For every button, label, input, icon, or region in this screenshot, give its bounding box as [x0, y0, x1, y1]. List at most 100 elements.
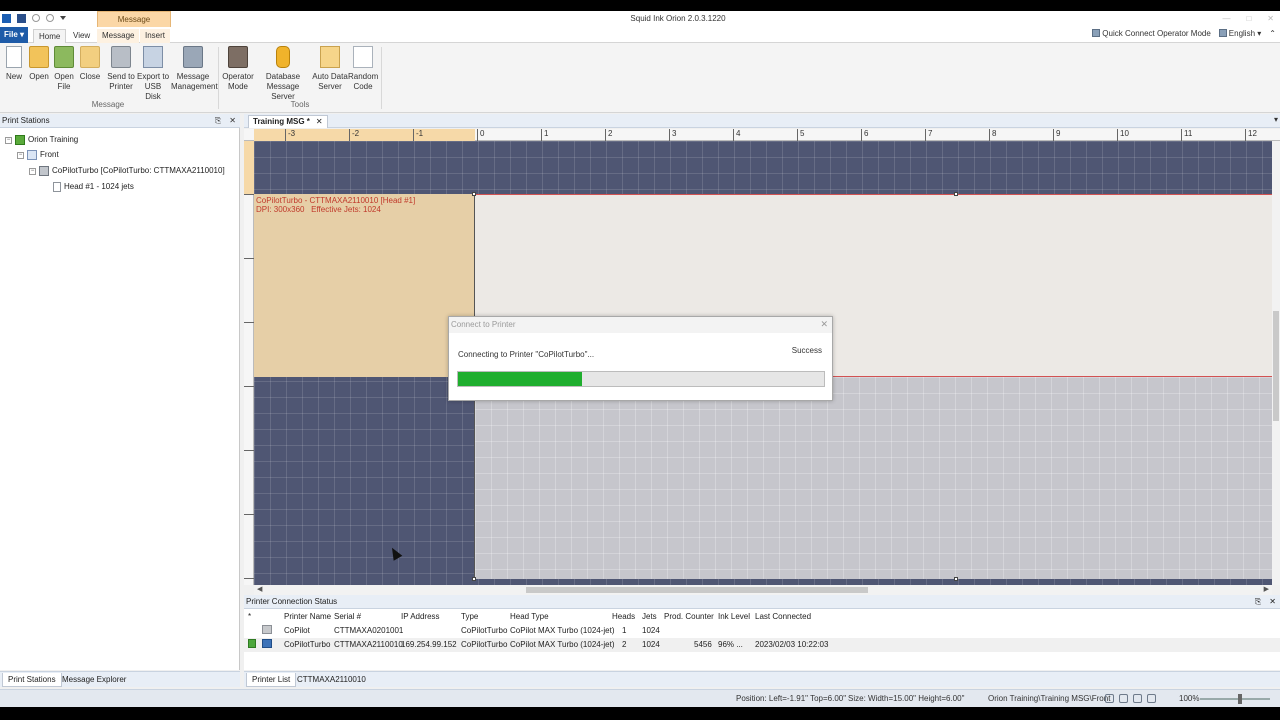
tab-view[interactable]: View	[73, 29, 90, 43]
close-panel-icon[interactable]: ✕	[229, 114, 236, 127]
ruler-tick: 7	[925, 129, 932, 141]
file-menu-label: File	[4, 30, 18, 39]
scroll-right-icon[interactable]: ▶	[1264, 585, 1269, 593]
pin-icon[interactable]: ⎘	[215, 114, 221, 127]
zoom-slider[interactable]	[1200, 694, 1270, 704]
tab-message-explorer[interactable]: Message Explorer	[57, 673, 131, 687]
close-dialog-icon[interactable]: ✕	[820, 319, 828, 330]
maximize-icon[interactable]: □	[1246, 14, 1251, 23]
status-path: Orion Training\Training MSG\Front	[988, 694, 1111, 703]
column-header[interactable]: Prod. Counter	[664, 610, 714, 624]
random-code-icon	[353, 46, 373, 68]
ruler-tick-label: 11	[1184, 129, 1193, 138]
message-management-button[interactable]: Message Management	[171, 46, 218, 92]
resize-handle[interactable]	[954, 192, 958, 196]
export-label-2: USB Disk	[144, 82, 162, 101]
tree-item-head[interactable]: Head #1 - 1024 jets	[53, 181, 134, 193]
cell-serial: CTTMAXA2110010	[334, 640, 403, 649]
close-button[interactable]: Close	[79, 46, 101, 82]
new-document-icon	[6, 46, 22, 68]
cell-head-type: CoPilot MAX Turbo (1024-jet)	[510, 626, 615, 635]
tab-print-stations[interactable]: Print Stations	[2, 673, 62, 687]
document-tab-row: Training MSG * ✕ ▾	[244, 114, 1280, 128]
ruler-tick-label: 4	[736, 129, 741, 138]
vertical-scrollbar[interactable]	[1272, 141, 1280, 585]
operator-mode-button[interactable]: Operator Mode	[222, 46, 254, 92]
ruler-tick-label: 6	[864, 129, 869, 138]
right-bottom-tabs: Printer List CTTMAXA2110010	[244, 671, 1280, 687]
column-header[interactable]: Ink Level	[718, 610, 750, 624]
collapse-icon[interactable]: −	[5, 136, 12, 144]
column-header[interactable]: Printer Name	[284, 610, 331, 624]
language-selector[interactable]: English ▾	[1218, 29, 1261, 38]
tab-message[interactable]: Message	[97, 29, 140, 43]
ruler-tick-label: 8	[992, 129, 997, 138]
tab-printer-list[interactable]: Printer List	[246, 673, 297, 687]
column-header[interactable]: Heads	[612, 610, 635, 624]
minimize-ribbon-icon[interactable]: ⌃	[1269, 29, 1276, 38]
column-header[interactable]: Serial #	[334, 610, 361, 624]
open-button[interactable]: Open	[28, 46, 50, 82]
file-menu-button[interactable]: File ▾	[0, 27, 28, 43]
send-to-printer-button[interactable]: Send to Printer	[106, 46, 136, 92]
cell-counter: 5456	[694, 640, 712, 649]
auto-data-icon	[320, 46, 340, 68]
close-panel-icon[interactable]: ✕	[1269, 595, 1276, 608]
zoom-page-icon[interactable]	[1147, 694, 1156, 703]
operator-label-1: Operator	[222, 72, 254, 81]
column-header[interactable]: Last Connected	[755, 610, 811, 624]
export-usb-button[interactable]: Export to USB Disk	[137, 46, 169, 102]
minimize-icon[interactable]: —	[1222, 14, 1230, 23]
send-label-2: Printer	[109, 82, 133, 91]
random-code-button[interactable]: Random Code	[348, 46, 378, 92]
cell-name: CoPilotTurbo	[284, 640, 331, 649]
open-file-button[interactable]: Open File	[53, 46, 75, 92]
column-header[interactable]: Type	[461, 610, 478, 624]
tree-item-front[interactable]: − Front	[17, 149, 59, 161]
horizontal-scrollbar[interactable]: ◀ ▶	[254, 585, 1272, 595]
tab-home[interactable]: Home	[33, 29, 67, 43]
collapse-icon[interactable]: −	[17, 151, 24, 159]
ruler-tick: -3	[285, 129, 295, 141]
head-label-line2: DPI: 300x360 Effective Jets: 1024	[256, 205, 381, 214]
column-header[interactable]: Head Type	[510, 610, 549, 624]
dialog-title: Connect to Printer	[449, 317, 832, 333]
zoom-width-icon[interactable]	[1133, 694, 1142, 703]
panel-header: Printer Connection Status ⎘ ✕	[244, 595, 1280, 609]
ruler-tick-label: 7	[928, 129, 933, 138]
flag-icon	[1218, 29, 1227, 37]
column-header[interactable]: *	[248, 610, 251, 624]
zoom-slider-knob[interactable]	[1238, 694, 1242, 704]
column-header[interactable]: Jets	[642, 610, 657, 624]
close-window-icon[interactable]: ✕	[1267, 14, 1274, 23]
view-mode-icon[interactable]	[1105, 694, 1114, 703]
resize-handle[interactable]	[472, 192, 476, 196]
column-header[interactable]: IP Address	[401, 610, 440, 624]
tab-list-icon[interactable]: ▾	[1274, 115, 1278, 124]
tab-serial[interactable]: CTTMAXA2110010	[292, 673, 371, 687]
zoom-fit-icon[interactable]	[1119, 694, 1128, 703]
close-tab-icon[interactable]: ✕	[316, 117, 323, 126]
table-row[interactable]: CoPilotTurbo CTTMAXA2110010 169.254.99.1…	[244, 638, 1280, 652]
pin-icon[interactable]: ⎘	[1255, 595, 1261, 608]
scroll-thumb[interactable]	[1273, 311, 1279, 421]
message-management-icon	[183, 46, 203, 68]
resize-handle[interactable]	[954, 577, 958, 581]
collapse-icon[interactable]: −	[29, 167, 36, 175]
table-row[interactable]: CoPilot CTTMAXA0201001 CoPilotTurbo CoPi…	[244, 624, 1280, 638]
ruler-tick-label: 9	[1056, 129, 1061, 138]
scroll-thumb[interactable]	[526, 587, 868, 593]
scroll-left-icon[interactable]: ◀	[257, 585, 262, 593]
database-message-server-button[interactable]: Database Message Server	[256, 46, 310, 102]
language-label: English	[1228, 29, 1256, 38]
tab-insert[interactable]: Insert	[140, 29, 171, 43]
auto-data-server-button[interactable]: Auto Data Server	[312, 46, 348, 92]
application-window: Message Squid Ink Orion 2.0.3.1220 — □ ✕…	[0, 11, 1280, 707]
resize-handle[interactable]	[472, 577, 476, 581]
tree-item-station[interactable]: − Orion Training	[5, 134, 78, 146]
new-button[interactable]: New	[4, 46, 24, 82]
document-tab[interactable]: Training MSG * ✕	[248, 115, 328, 128]
ruler-tick: 5	[797, 129, 804, 141]
tree-item-printer[interactable]: − CoPilotTurbo [CoPilotTurbo: CTTMAXA211…	[29, 165, 225, 177]
quick-connect-button[interactable]: Quick Connect Operator Mode	[1092, 29, 1211, 38]
